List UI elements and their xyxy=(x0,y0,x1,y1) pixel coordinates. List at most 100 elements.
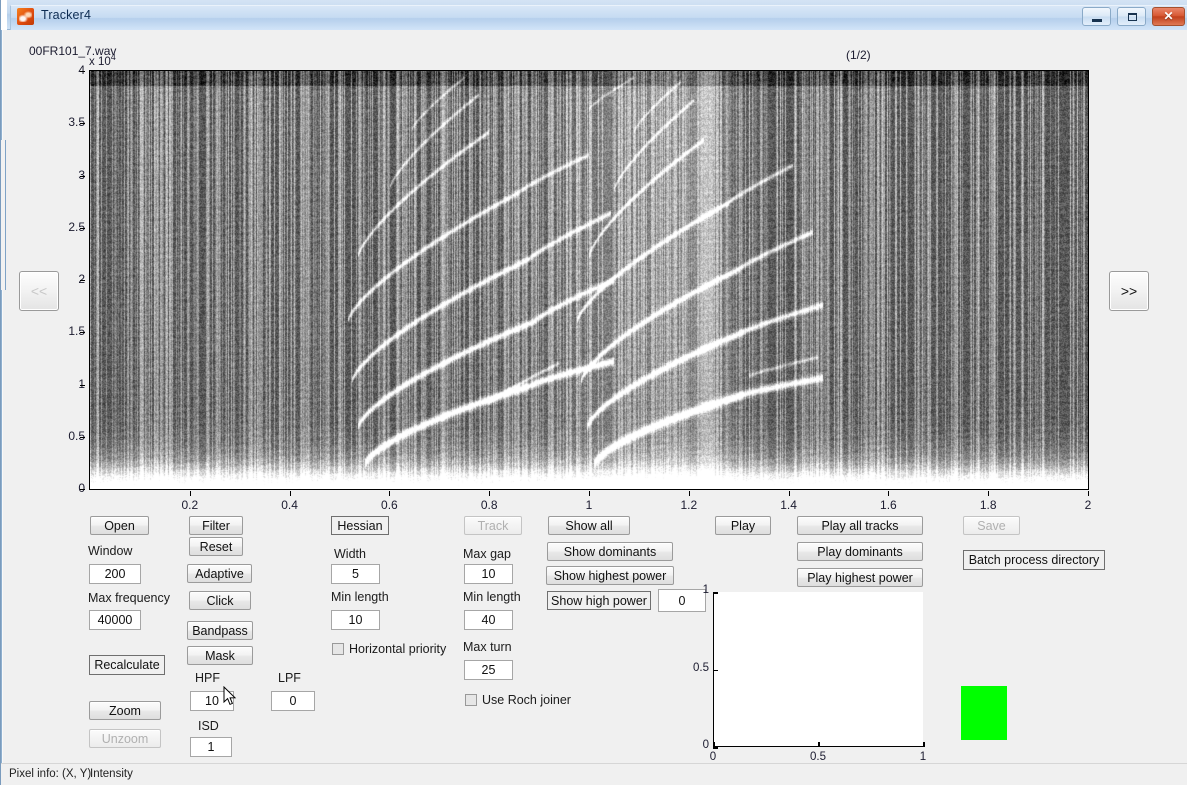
hessian-width-input[interactable]: 5 xyxy=(331,564,380,584)
lpf-input[interactable]: 0 xyxy=(271,691,315,711)
spectrogram-y-exponent: x 104 xyxy=(89,52,116,68)
recalculate-button[interactable]: Recalculate xyxy=(89,655,165,675)
spectrogram-axes[interactable] xyxy=(89,70,1089,490)
hpf-input[interactable]: 10 xyxy=(190,691,234,711)
track-button[interactable]: Track xyxy=(464,516,522,535)
filter-button[interactable]: Filter xyxy=(189,516,243,535)
status-indicator xyxy=(961,686,1007,740)
hessian-width-label: Width xyxy=(334,547,366,561)
x-tick-label: 1.8 xyxy=(979,498,997,512)
x-tick-label: 2 xyxy=(1084,498,1092,512)
show-high-power-button[interactable]: Show high power xyxy=(547,591,651,610)
play-all-tracks-button[interactable]: Play all tracks xyxy=(797,516,923,535)
show-all-button[interactable]: Show all xyxy=(548,516,630,535)
x-tick-label: 0.2 xyxy=(181,498,199,512)
intensity-label: Intensity xyxy=(90,768,133,780)
x-tick-label: 1 xyxy=(585,498,593,512)
x-tick-label: 1.4 xyxy=(780,498,797,512)
minimize-icon xyxy=(1092,19,1102,22)
statusbar: Pixel info: (X, Y) Intensity xyxy=(1,763,1187,785)
x-tick-mark xyxy=(289,491,291,496)
bandpass-button[interactable]: Bandpass xyxy=(187,621,253,640)
spectrogram-x-axis: 0.2 0.4 0.6 0.8 1 1.2 1.4 1.6 1.8 2 xyxy=(89,491,1091,512)
page-indicator: (1/2) xyxy=(846,48,871,62)
x-tick-label: 0.4 xyxy=(281,498,298,512)
play-highest-power-button[interactable]: Play highest power xyxy=(797,568,923,587)
preview-x-tick-label: 0 xyxy=(709,751,717,763)
zoom-button[interactable]: Zoom xyxy=(89,701,161,720)
spectrogram-image[interactable] xyxy=(90,71,1088,489)
y-tick-label: 3 xyxy=(78,167,85,182)
close-icon: ✕ xyxy=(1163,9,1174,23)
pixel-info-label: Pixel info: (X, Y) xyxy=(9,768,92,780)
preview-x-tick-mark xyxy=(923,742,925,747)
unzoom-button[interactable]: Unzoom xyxy=(89,729,161,748)
hessian-min-length-input[interactable]: 10 xyxy=(331,610,380,630)
lpf-label: LPF xyxy=(278,671,301,685)
y-tick-mark xyxy=(80,227,85,229)
horizontal-priority-checkbox[interactable]: Horizontal priority xyxy=(332,642,446,656)
x-tick-mark xyxy=(1088,491,1089,496)
hpf-label: HPF xyxy=(195,671,220,685)
preview-x-tick-label: 1 xyxy=(919,751,927,763)
isd-input[interactable]: 1 xyxy=(190,737,232,757)
reset-button[interactable]: Reset xyxy=(189,537,243,556)
tracker4-window: Tracker4 ✕ 00FR101_7.wav x 104 (1/2) 4 3.… xyxy=(0,0,1187,785)
save-button[interactable]: Save xyxy=(963,516,1020,535)
y-tick-mark xyxy=(80,332,85,334)
preview-y-tick-mark xyxy=(713,747,718,749)
preview-y-tick-mark xyxy=(713,592,718,594)
play-dominants-button[interactable]: Play dominants xyxy=(797,542,923,561)
max-frequency-label: Max frequency xyxy=(88,591,170,605)
y-tick-label: 0 xyxy=(78,481,85,495)
preview-y-tick-mark xyxy=(713,669,718,671)
show-highest-power-button[interactable]: Show highest power xyxy=(546,566,674,585)
close-button[interactable]: ✕ xyxy=(1152,7,1185,26)
preview-plot-axes[interactable] xyxy=(713,592,923,747)
left-edge-sliver xyxy=(1,140,6,290)
preview-x-tick-mark xyxy=(713,742,715,747)
preview-y-tick-label: 0 xyxy=(702,739,709,751)
y-tick-label: 0.5 xyxy=(68,428,85,443)
use-roch-joiner-checkbox[interactable]: Use Roch joiner xyxy=(465,693,571,707)
y-tick-mark xyxy=(80,175,85,177)
preview-x-tick-mark xyxy=(818,742,820,747)
max-turn-label: Max turn xyxy=(463,640,512,654)
show-dominants-button[interactable]: Show dominants xyxy=(547,542,673,561)
hessian-min-length-label: Min length xyxy=(331,590,389,604)
x-tick-label: 1.2 xyxy=(680,498,698,512)
titlebar-surface xyxy=(10,5,1187,30)
preview-y-tick-label: 1 xyxy=(702,584,709,596)
exponent-power: 4 xyxy=(110,52,116,62)
isd-label: ISD xyxy=(198,719,219,733)
checkbox-icon xyxy=(465,694,477,706)
track-min-length-label: Min length xyxy=(463,590,521,604)
y-tick-mark xyxy=(80,436,85,438)
x-tick-mark xyxy=(688,491,690,496)
next-page-button[interactable]: >> xyxy=(1109,271,1149,311)
x-tick-mark xyxy=(788,491,790,496)
y-tick-mark xyxy=(80,123,85,125)
max-gap-input[interactable]: 10 xyxy=(464,564,513,584)
max-turn-input[interactable]: 25 xyxy=(464,660,513,680)
minimize-button[interactable] xyxy=(1082,7,1111,26)
batch-process-directory-button[interactable]: Batch process directory xyxy=(963,550,1105,570)
x-tick-mark xyxy=(389,491,391,496)
open-button[interactable]: Open xyxy=(90,516,149,535)
y-tick-mark xyxy=(80,384,85,386)
previous-page-button[interactable]: << xyxy=(19,271,59,311)
x-tick-label: 0.6 xyxy=(381,498,398,512)
maximize-icon xyxy=(1128,13,1137,21)
track-min-length-input[interactable]: 40 xyxy=(464,610,513,630)
play-button[interactable]: Play xyxy=(715,516,771,535)
click-button[interactable]: Click xyxy=(189,591,251,610)
window-input[interactable]: 200 xyxy=(89,564,141,584)
mask-button[interactable]: Mask xyxy=(187,646,253,665)
adaptive-button[interactable]: Adaptive xyxy=(187,564,252,583)
max-frequency-input[interactable]: 40000 xyxy=(89,610,141,630)
maximize-button[interactable] xyxy=(1117,7,1146,26)
exponent-base: x 10 xyxy=(89,55,111,68)
y-tick-mark xyxy=(80,489,85,490)
hessian-button[interactable]: Hessian xyxy=(331,516,389,535)
window-title: Tracker4 xyxy=(41,8,92,22)
